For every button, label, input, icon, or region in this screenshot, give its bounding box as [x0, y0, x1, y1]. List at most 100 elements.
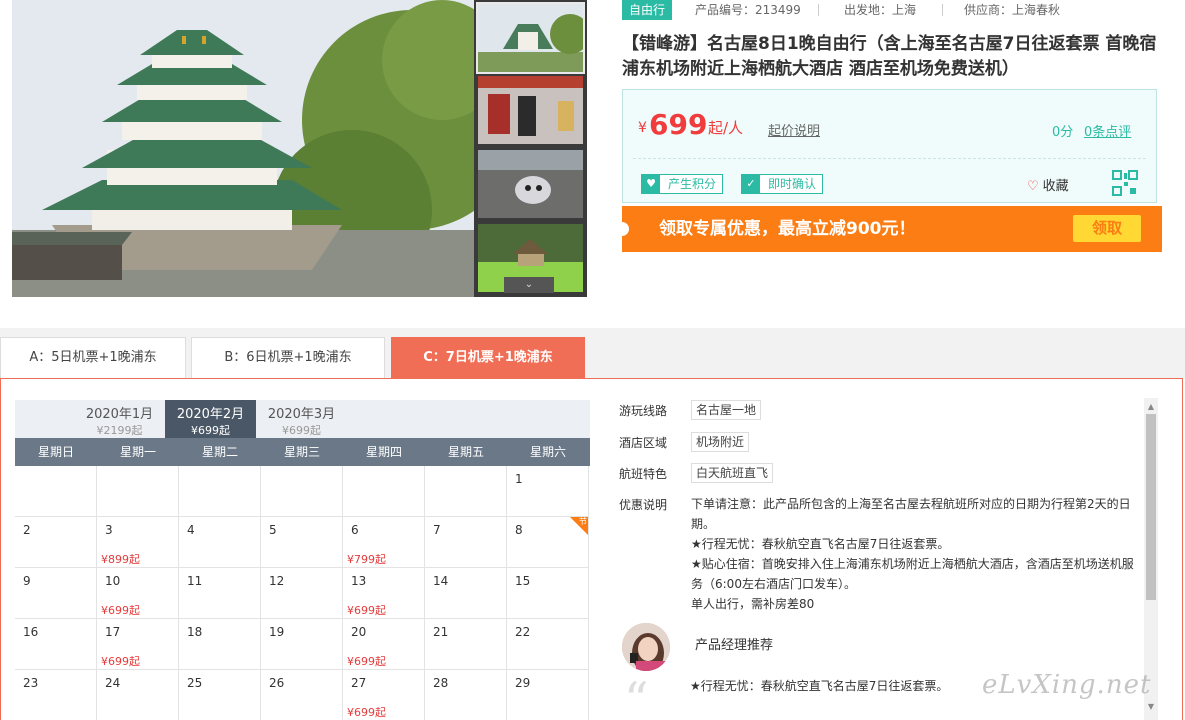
check-icon: ✓	[742, 175, 760, 193]
calendar-day-cell: 16	[15, 619, 97, 670]
points-icon: ♥	[642, 175, 660, 193]
day-number: 22	[515, 625, 531, 639]
calendar-day-cell: 8节	[507, 517, 589, 568]
departure-city: 出发地：上海	[844, 3, 917, 17]
reviews-link[interactable]: 0条点评	[1084, 121, 1131, 140]
calendar-day-cell: 25	[179, 670, 261, 720]
calendar-day-cell: 1	[507, 466, 589, 517]
calendar-day-cell[interactable]: 13 ¥699起	[343, 568, 425, 619]
day-price: ¥699起	[101, 604, 140, 617]
day-number: 24	[105, 676, 121, 690]
calendar-day-cell: 19	[261, 619, 343, 670]
calendar-day-cell: 9	[15, 568, 97, 619]
thumbnail-3[interactable]	[478, 150, 583, 218]
scrollbar-thumb[interactable]	[1146, 414, 1156, 600]
weekday-header: 星期日 星期一 星期二 星期三 星期四 星期五 星期六	[15, 438, 590, 466]
calendar-day-cell: 5	[261, 517, 343, 568]
calendar-day-cell: 14	[425, 568, 507, 619]
main-product-photo[interactable]	[12, 0, 474, 297]
weekday-label: 星期五	[447, 445, 484, 459]
calendar-day-cell[interactable]: 20 ¥699起	[343, 619, 425, 670]
package-tab-c[interactable]: C：7日机票+1晚浦东	[391, 337, 585, 378]
calendar-day-cell[interactable]: 6 ¥799起	[343, 517, 425, 568]
day-price: ¥799起	[347, 553, 386, 566]
rating-score: 0分	[1052, 125, 1074, 140]
calendar-day-cell: 26	[261, 670, 343, 720]
day-number: 4	[187, 523, 195, 537]
month-tab-feb[interactable]: 2020年2月 ¥699起	[165, 400, 256, 438]
weekday-label: 星期四	[365, 445, 402, 459]
day-number: 21	[433, 625, 449, 639]
calendar-day-cell[interactable]: 3 ¥899起	[97, 517, 179, 568]
offer-text: 下单请注意：此产品所包含的上海至名古屋去程航班所对应的日期为行程第2天的日期。 …	[691, 494, 1136, 614]
instant-confirm-badge: ✓ 即时确认	[741, 174, 824, 194]
day-number: 2	[23, 523, 31, 537]
day-number: 27	[351, 676, 367, 690]
day-price: ¥699起	[347, 655, 386, 668]
product-meta: 自由行 产品编号：213499 出发地：上海 供应商：上海春秋	[622, 0, 1162, 20]
price-box: ¥ 699 起/人 起价说明 0分 0条点评 ♥ 产生积分 ✓ 即时确认 ♡ 收藏	[622, 89, 1157, 203]
offer-line: ★贴心住宿：首晚安排入住上海浦东机场附近上海栖航大酒店，含酒店至机场送机服务（6…	[691, 557, 1134, 591]
calendar-day-cell[interactable]: 27 ¥699起	[343, 670, 425, 720]
calendar-day-cell: 2	[15, 517, 97, 568]
offer-line: 下单请注意：此产品所包含的上海至名古屋去程航班所对应的日期为行程第2天的日期。	[691, 497, 1131, 531]
holiday-label: 节	[579, 517, 587, 526]
weekday-label: 星期二	[201, 445, 238, 459]
qr-code-icon[interactable]	[1112, 170, 1138, 196]
day-price: ¥699起	[347, 706, 386, 719]
calendar-day-cell: 28	[425, 670, 507, 720]
day-number: 1	[515, 472, 523, 486]
weekday-label: 星期一	[119, 445, 156, 459]
day-number: 12	[269, 574, 285, 588]
offer-line: ★行程无忧：春秋航空直飞名古屋7日往返套票。	[691, 537, 950, 551]
month-selector: 2020年1月 ¥2199起 2020年2月 ¥699起 2020年3月 ¥69…	[15, 400, 590, 438]
day-number: 8	[515, 523, 523, 537]
thumbnail-2[interactable]	[478, 76, 583, 144]
route-label: 游玩线路	[619, 404, 668, 418]
watermark: eLvXing.net	[982, 670, 1152, 700]
manager-recommend-title: 产品经理推荐	[695, 638, 774, 653]
travel-type-tag: 自由行	[622, 0, 673, 20]
favorite-button[interactable]: ♡ 收藏	[1027, 175, 1069, 194]
points-badge: ♥ 产生积分	[641, 174, 724, 194]
price-explain-link[interactable]: 起价说明	[768, 120, 820, 139]
route-tag: 名古屋一地	[691, 400, 762, 420]
calendar-day-cell: 4	[179, 517, 261, 568]
day-number: 20	[351, 625, 367, 639]
day-number: 3	[105, 523, 113, 537]
castle-image	[12, 0, 474, 297]
calendar-day-cell	[261, 466, 343, 517]
calendar-day-cell: 11	[179, 568, 261, 619]
scroll-up-icon[interactable]: ▲	[1144, 400, 1158, 414]
day-number: 10	[105, 574, 121, 588]
month-tab-mar[interactable]: 2020年3月 ¥699起	[256, 400, 347, 438]
price-unit: 起/人	[708, 119, 744, 137]
calendar-day-cell	[425, 466, 507, 517]
thumbnail-1[interactable]	[476, 2, 585, 74]
calendar-day-cell: 15	[507, 568, 589, 619]
calendar-day-cell: 7	[425, 517, 507, 568]
calendar-day-cell: 22	[507, 619, 589, 670]
calendar-day-cell[interactable]: 17 ¥699起	[97, 619, 179, 670]
offer-line: 单人出行，需补房差80	[691, 597, 815, 611]
price-value: 699	[649, 108, 708, 141]
thumbnail-scroll-down-icon[interactable]: ⌄	[504, 277, 554, 293]
day-price: ¥899起	[101, 553, 140, 566]
calendar-day-cell[interactable]: 10 ¥699起	[97, 568, 179, 619]
scroll-down-icon[interactable]: ▼	[1144, 700, 1158, 714]
flight-label: 航班特色	[619, 467, 668, 481]
calendar-day-cell: 23	[15, 670, 97, 720]
day-number: 17	[105, 625, 121, 639]
day-number: 29	[515, 676, 531, 690]
meta-divider	[942, 4, 943, 16]
claim-coupon-button[interactable]: 领取	[1073, 215, 1141, 242]
offer-label: 优惠说明	[619, 498, 668, 512]
calendar-day-cell	[343, 466, 425, 517]
package-tab-a[interactable]: A：5日机票+1晚浦东	[0, 337, 186, 378]
promo-notch	[615, 222, 629, 236]
day-number: 13	[351, 574, 367, 588]
month-tab-jan[interactable]: 2020年1月 ¥2199起	[74, 400, 165, 438]
product-header: ⌄ 自由行 产品编号：213499 出发地：上海 供应商：上海春秋 【错峰游】名…	[0, 0, 1185, 328]
day-number: 7	[433, 523, 441, 537]
package-tab-b[interactable]: B：6日机票+1晚浦东	[191, 337, 385, 378]
